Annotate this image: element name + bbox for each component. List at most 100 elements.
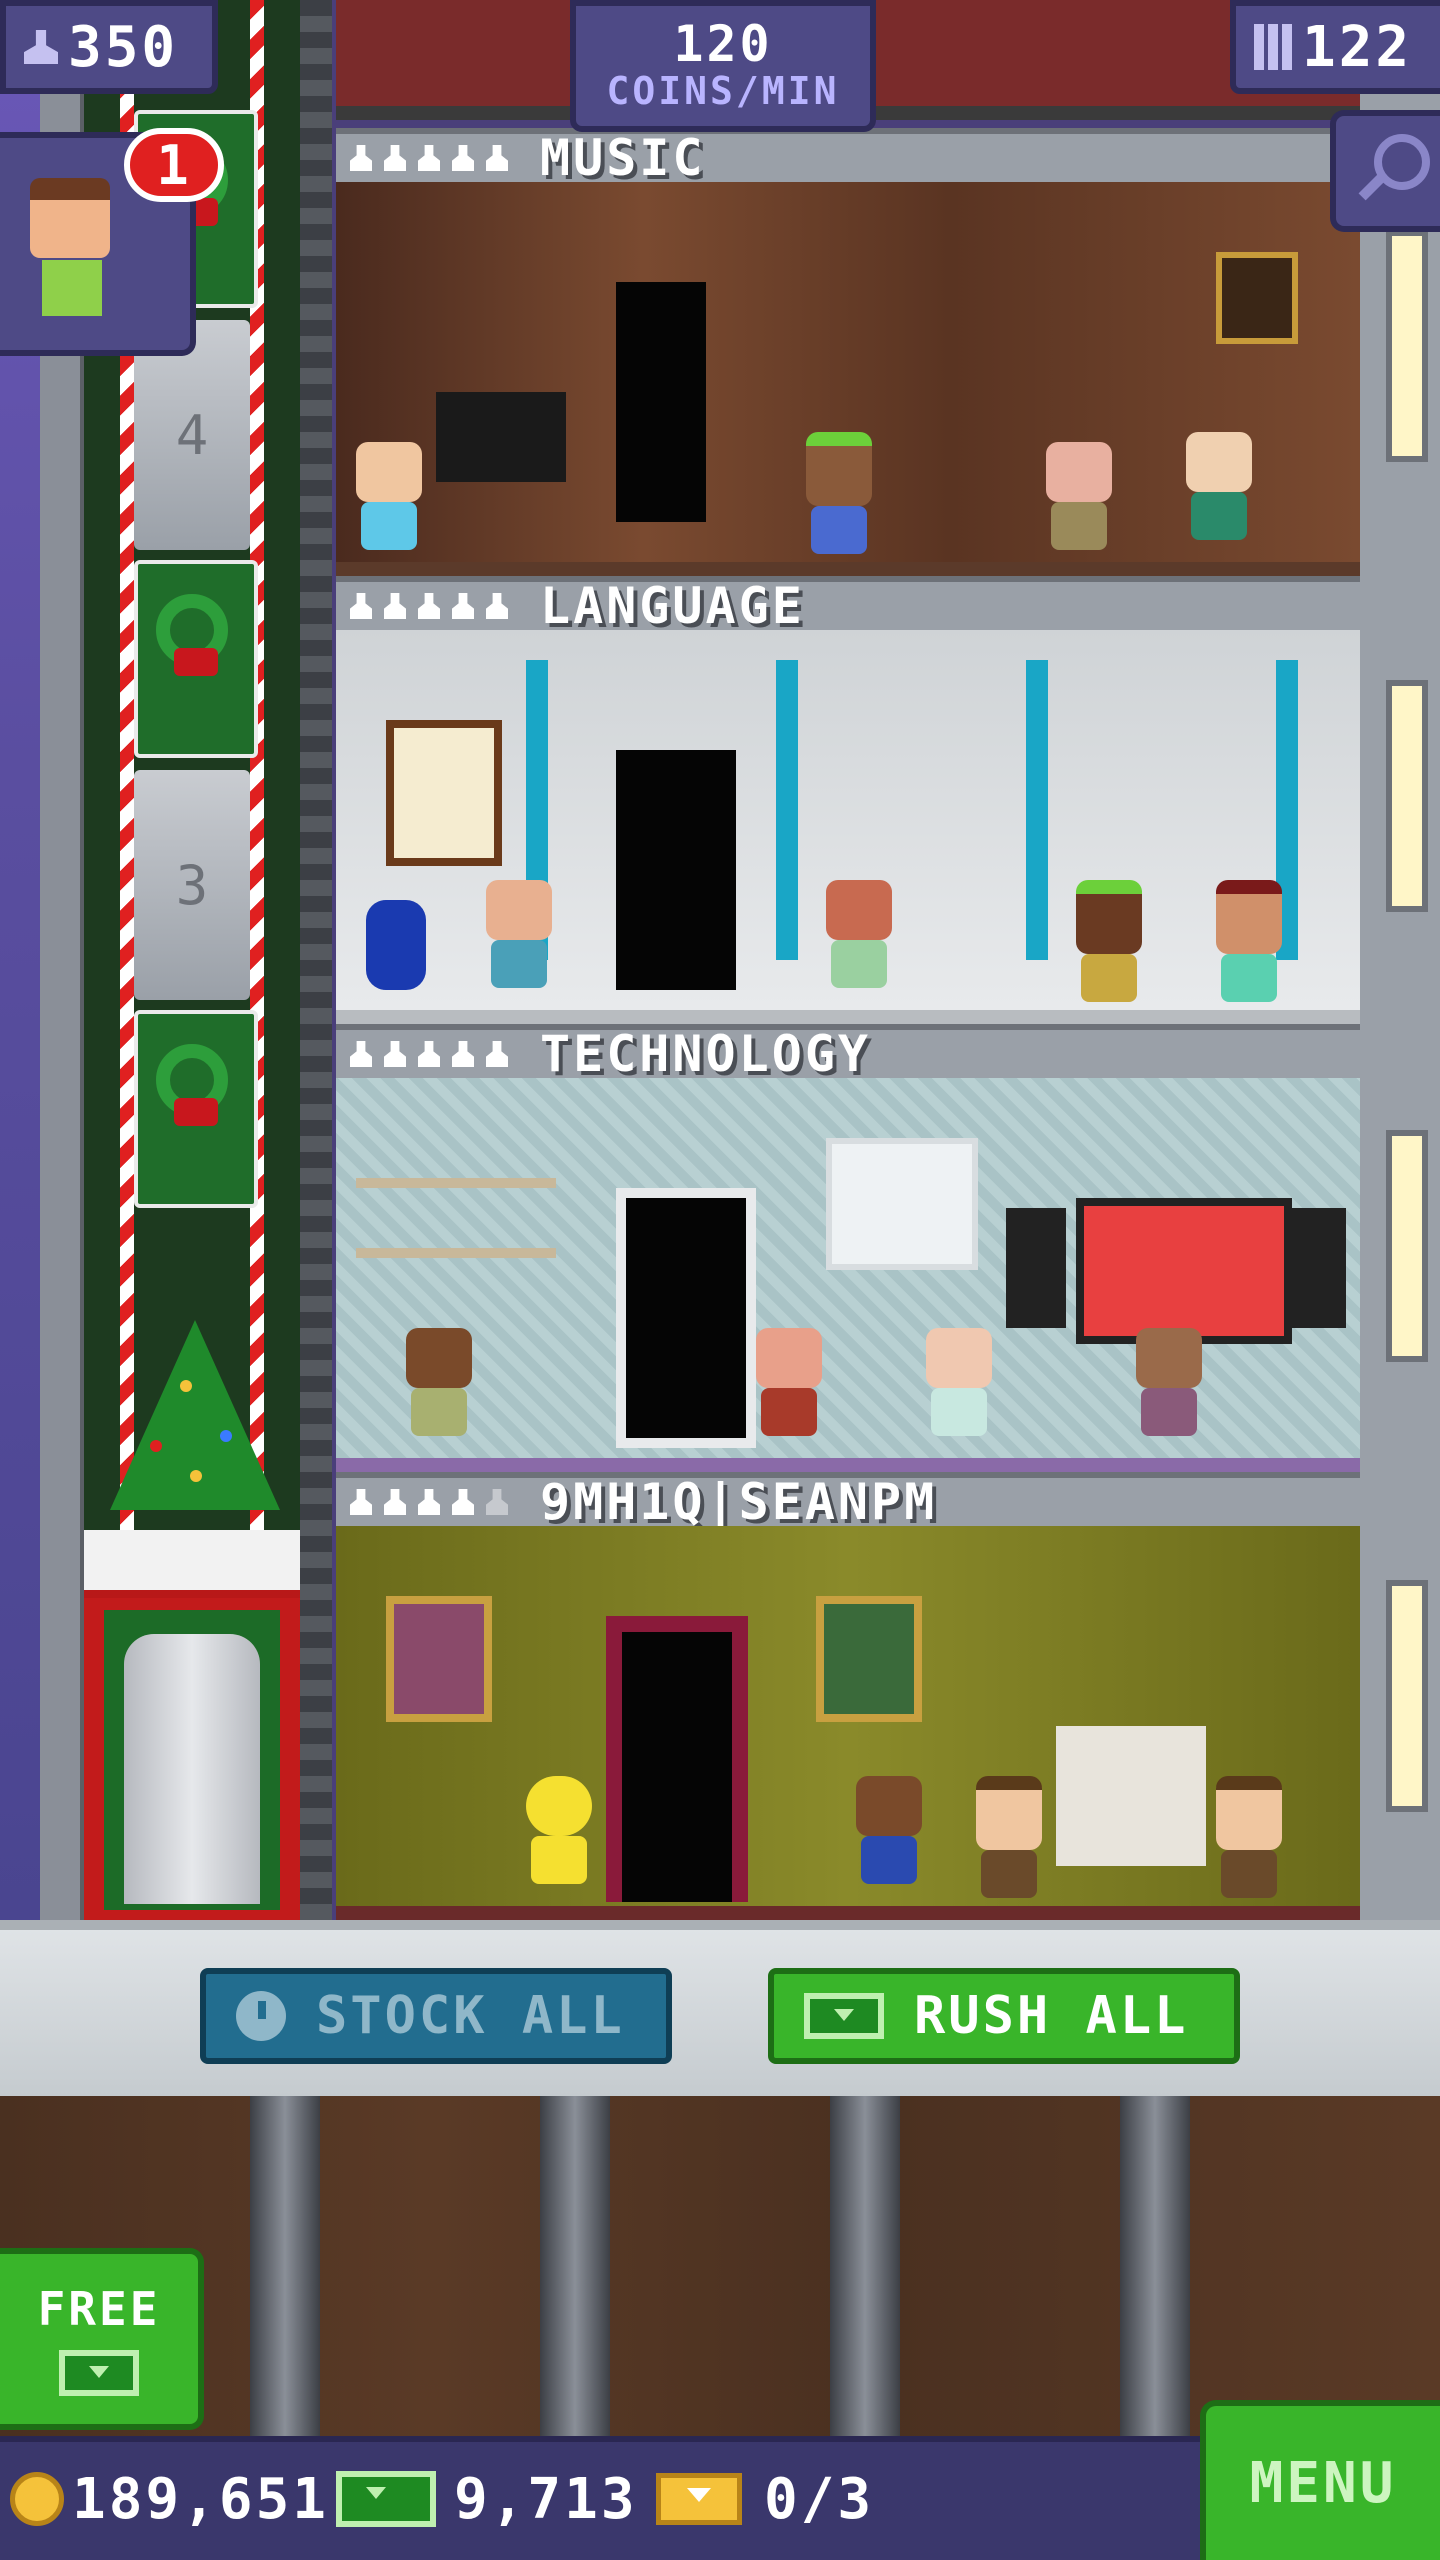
coins-per-min-panel: 120 COINS/MIN (570, 0, 876, 132)
room-doorway (616, 282, 706, 522)
room-scene (336, 1526, 1360, 1906)
floor-label-bar: 9MH1Q|SEANPM (336, 1472, 1360, 1531)
floor-base (336, 1010, 1360, 1024)
tower-window (1386, 1580, 1428, 1812)
tower-resident[interactable] (1136, 1328, 1202, 1436)
building-icon (1254, 24, 1292, 70)
floor-name: MUSIC (540, 129, 706, 187)
floor-stars (350, 593, 540, 619)
free-bux-button[interactable]: FREE (0, 2248, 204, 2430)
pillar-decoration (1026, 660, 1048, 960)
floor-music[interactable]: MUSIC (336, 128, 1360, 576)
tv-screen-icon (1076, 1198, 1292, 1344)
shelf-icon (356, 1248, 556, 1258)
tower-resident[interactable] (1046, 442, 1112, 550)
christmas-tree-decoration (110, 1320, 280, 1520)
window-blinds-icon (826, 1138, 978, 1270)
portrait-frame-icon (816, 1596, 922, 1722)
tower-resident[interactable] (856, 1776, 922, 1884)
floor-technology[interactable]: TECHNOLOGY (336, 1024, 1360, 1472)
room-scene (336, 182, 1360, 562)
pillar-decoration (776, 660, 798, 960)
portrait-frame-icon (386, 1596, 492, 1722)
speaker-icon (1286, 1208, 1346, 1328)
free-label: FREE (37, 2282, 161, 2336)
notification-badge: 1 (124, 128, 224, 202)
shaft-divider (300, 0, 332, 1920)
bux-icon (804, 1993, 884, 2039)
menu-button[interactable]: MENU (1200, 2400, 1440, 2560)
lobby-pillar (250, 2096, 320, 2436)
resident-avatar-body (42, 260, 102, 316)
tower-resident[interactable] (826, 880, 892, 988)
floor-label-bar: TECHNOLOGY (336, 1024, 1360, 1083)
stock-all-button[interactable]: STOCK ALL (200, 1968, 672, 2064)
tower-resident[interactable] (926, 1328, 992, 1436)
speaker-icon (1006, 1208, 1066, 1328)
tower-resident[interactable] (1076, 880, 1142, 1002)
tower-resident[interactable] (806, 432, 872, 554)
tower-resident[interactable] (1216, 880, 1282, 1002)
bux-icon (336, 2471, 436, 2527)
room-doorway (606, 1616, 748, 1902)
tower-window (1386, 1130, 1428, 1362)
floor-base (336, 1906, 1360, 1920)
floor-language[interactable]: LANGUAGE (336, 576, 1360, 1024)
floor-stars (350, 1489, 540, 1515)
elevator-wreath-panel (134, 560, 258, 758)
room-doorway (616, 750, 736, 990)
fireplace-icon (1056, 1726, 1206, 1866)
coins-value: 189,651 (72, 2466, 330, 2532)
tickets-value: 0/3 (764, 2466, 875, 2532)
resident-notification-button[interactable]: 1 (0, 128, 224, 356)
tower-window (1386, 230, 1428, 462)
tower-resident[interactable] (526, 1776, 592, 1884)
tower-window (1386, 680, 1428, 912)
floor-name: LANGUAGE (540, 577, 805, 635)
tower-resident[interactable] (756, 1328, 822, 1436)
floor-count-value: 122 (1302, 14, 1413, 80)
floor-counter: 122 (1230, 0, 1440, 94)
elevator-wreath-panel (134, 1010, 258, 1208)
floor-stars (350, 145, 540, 171)
lobby-pillar (1120, 2096, 1190, 2436)
rush-all-label: RUSH ALL (914, 1986, 1189, 2046)
lobby-pillar (830, 2096, 900, 2436)
bux-value: 9,713 (454, 2466, 638, 2532)
scroll-painting-icon (386, 720, 502, 866)
search-button[interactable] (1330, 110, 1440, 232)
golden-ticket-icon (656, 2473, 742, 2525)
action-bar: STOCK ALL RUSH ALL (0, 1920, 1440, 2096)
lobby-elevator[interactable] (84, 1530, 300, 1920)
coins-resource: 189,651 (10, 2464, 329, 2534)
coins-per-min-value: 120 (673, 15, 773, 73)
floor-stars (350, 1041, 540, 1067)
room-scene (336, 1078, 1360, 1458)
magnifier-handle (1358, 173, 1386, 201)
bux-resource: 9,713 (336, 2464, 638, 2534)
elevator-floor-number: 3 (134, 770, 250, 1000)
floor-base (336, 1458, 1360, 1472)
lobby-ground (0, 2096, 1440, 2436)
coins-per-min-label: COINS/MIN (606, 69, 840, 113)
floor-custom[interactable]: 9MH1Q|SEANPM (336, 1472, 1360, 1920)
coin-icon (10, 2472, 64, 2526)
tower-resident[interactable] (406, 1328, 472, 1436)
tower-resident[interactable] (976, 1776, 1042, 1898)
floor-label-bar: MUSIC (336, 128, 1360, 187)
shelf-icon (356, 1178, 556, 1188)
tower-resident[interactable] (486, 880, 552, 988)
lobby-pillar (540, 2096, 610, 2436)
resident-avatar (30, 178, 110, 258)
population-icon (24, 30, 58, 64)
population-counter: 350 (0, 0, 218, 94)
piano-icon (436, 392, 566, 482)
tower-resident[interactable] (1186, 432, 1252, 540)
rush-all-button[interactable]: RUSH ALL (768, 1968, 1240, 2064)
bux-icon (59, 2350, 139, 2396)
tower-resident[interactable] (356, 442, 422, 550)
floor-name: 9MH1Q|SEANPM (540, 1473, 938, 1531)
tower-resident[interactable] (1216, 1776, 1282, 1898)
vase-icon (366, 900, 426, 990)
stock-all-label: STOCK ALL (316, 1986, 625, 2046)
